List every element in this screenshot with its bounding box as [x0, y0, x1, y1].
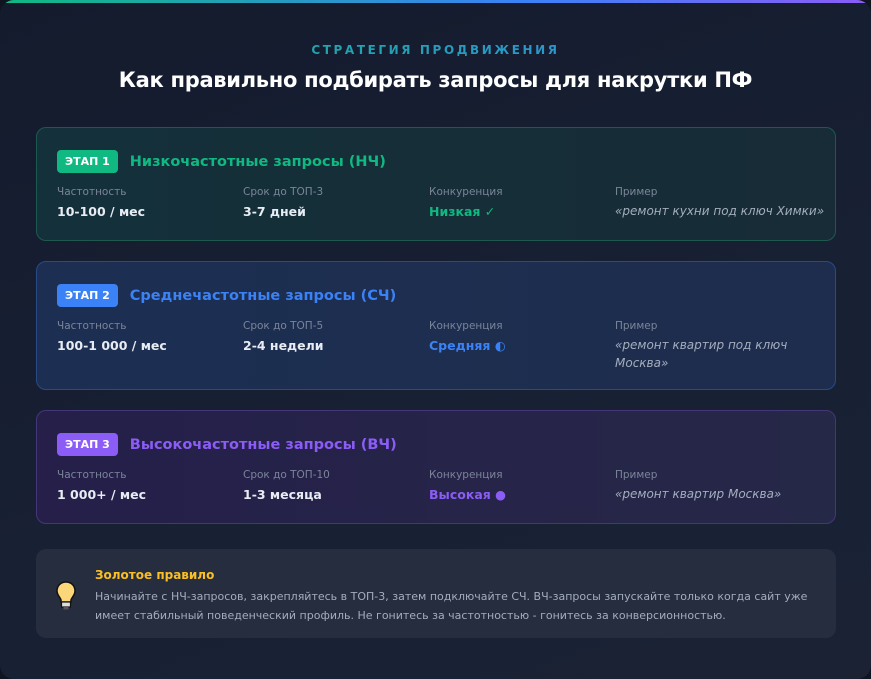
stage-badge: ЭТАП 2 — [57, 284, 118, 307]
gradient-top-bar — [0, 0, 871, 3]
stage-title: Высокочастотные запросы (ВЧ) — [129, 436, 397, 453]
competition-value: Средняя ◐ — [429, 338, 506, 353]
example-value: «ремонт кухни под ключ Химки» — [615, 204, 825, 218]
competition-label: Конкуренция — [429, 186, 503, 198]
competition-label: Конкуренция — [429, 469, 503, 481]
frequency-value: 100-1 000 / мес — [57, 338, 167, 353]
golden-rule-box: Золотое правило Начинайте с НЧ-запросов,… — [36, 549, 836, 638]
page-title: Как правильно подбирать запросы для накр… — [118, 68, 753, 92]
frequency-label: Частотность — [57, 320, 127, 332]
frequency-label: Частотность — [57, 469, 127, 481]
competition-value: Высокая ● — [429, 487, 507, 502]
term-label: Срок до ТОП-3 — [243, 186, 324, 198]
example-label: Пример — [615, 186, 658, 198]
stage-card-3: ЭТАП 3 Высокочастотные запросы (ВЧ) Част… — [36, 410, 836, 524]
competition-label: Конкуренция — [429, 320, 503, 332]
competition-value: Низкая ✓ — [429, 204, 496, 219]
term-label: Срок до ТОП-10 — [243, 469, 330, 481]
example-label: Пример — [615, 469, 658, 481]
eyebrow-label: СТРАТЕГИЯ ПРОДВИЖЕНИЯ — [0, 43, 871, 57]
stage-badge: ЭТАП 3 — [57, 433, 118, 456]
term-value: 2-4 недели — [243, 338, 324, 353]
example-value: «ремонт квартир под ключ Москва» — [615, 338, 788, 370]
example-value: «ремонт квартир Москва» — [615, 487, 782, 501]
stage-title: Среднечастотные запросы (СЧ) — [129, 287, 397, 304]
example-label: Пример — [615, 320, 658, 332]
stage-card-1: ЭТАП 1 Низкочастотные запросы (НЧ) Часто… — [36, 127, 836, 241]
frequency-value: 1 000+ / мес — [57, 487, 146, 502]
frequency-value: 10-100 / мес — [57, 204, 146, 219]
term-value: 1-3 месяца — [243, 487, 322, 502]
stage-badge: ЭТАП 1 — [57, 150, 118, 173]
lightbulb-icon — [56, 581, 76, 610]
rule-title: Золотое правило — [95, 568, 215, 582]
strategy-card: СТРАТЕГИЯ ПРОДВИЖЕНИЯ Как правильно подб… — [0, 0, 871, 679]
term-label: Срок до ТОП-5 — [243, 320, 324, 332]
stage-title: Низкочастотные запросы (НЧ) — [129, 153, 386, 170]
term-value: 3-7 дней — [243, 204, 306, 219]
frequency-label: Частотность — [57, 186, 127, 198]
rule-text: Начинайте с НЧ-запросов, закрепляйтесь в… — [95, 590, 808, 622]
stage-card-2: ЭТАП 2 Среднечастотные запросы (СЧ) Част… — [36, 261, 836, 390]
